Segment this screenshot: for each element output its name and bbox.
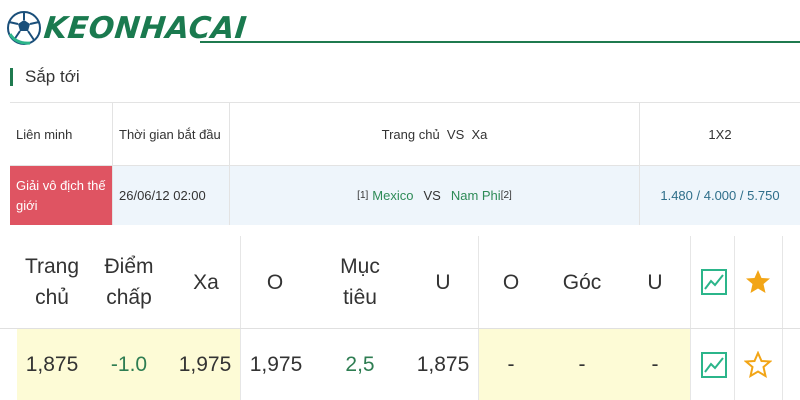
column-divider	[782, 329, 783, 400]
column-divider	[690, 236, 691, 328]
under-odds[interactable]: 1,875	[410, 329, 476, 400]
header-start-time: Thời gian bắt đầu	[113, 103, 230, 166]
header-goal: Mục tiêu	[340, 255, 380, 309]
home-team-link[interactable]: Mexico	[372, 188, 413, 203]
corner-under-odds[interactable]: -	[622, 329, 688, 400]
chart-button[interactable]	[693, 329, 735, 400]
column-divider	[478, 236, 479, 328]
corner-line: -	[578, 353, 586, 376]
league-badge[interactable]: Giải vô địch thế giới	[10, 166, 113, 225]
home-odds[interactable]: 1,875	[17, 329, 87, 400]
goal-line: 2,5	[345, 353, 375, 376]
table-row: 1,875 -1.0 1,975 1,975 2,5 1,875 - - -	[0, 328, 800, 400]
header-home: Trang chủ	[24, 255, 80, 309]
line-chart-icon	[701, 351, 727, 378]
over-odds[interactable]: 1,975	[243, 329, 309, 400]
column-divider	[240, 236, 241, 328]
star-outline-icon	[744, 350, 772, 378]
header-league: Liên minh	[10, 103, 113, 166]
site-logo[interactable]: KEONHACAI	[6, 6, 248, 50]
header-divider	[200, 41, 800, 43]
vs-label: VS	[423, 188, 441, 203]
upcoming-table-header: Liên minh Thời gian bắt đầu Trang chủ VS…	[10, 103, 800, 166]
section-header: Sắp tới	[10, 66, 80, 88]
section-accent-bar	[10, 68, 13, 86]
column-divider	[734, 329, 735, 400]
column-divider	[240, 329, 241, 400]
favorite-button[interactable]	[737, 329, 779, 400]
column-divider	[782, 236, 783, 328]
home-rank: [1]	[357, 190, 369, 201]
header-over: O	[266, 270, 284, 294]
match-start-time: 26/06/12 02:00	[113, 166, 230, 225]
table-row[interactable]: Giải vô địch thế giới 26/06/12 02:00 [1]…	[10, 166, 800, 225]
header-corner: Góc	[562, 270, 602, 294]
upcoming-matches-table: Liên minh Thời gian bắt đầu Trang chủ VS…	[10, 102, 800, 225]
header-under: U	[435, 270, 451, 294]
header-away: Xa	[193, 270, 219, 294]
header-corner-under: U	[647, 270, 663, 294]
handicap-value: -1.0	[110, 353, 148, 376]
line-chart-icon	[701, 269, 727, 295]
header-teams: Trang chủ VS Xa	[230, 103, 640, 166]
header-corner-over: O	[502, 270, 520, 294]
section-title: Sắp tới	[25, 67, 80, 86]
odds-table: Trang chủ Điểm chấp Xa O Mục tiêu U O Gó…	[0, 236, 800, 400]
corner-over-odds[interactable]: -	[480, 329, 542, 400]
away-team-link[interactable]: Nam Phi	[451, 188, 501, 203]
header-1x2: 1X2	[640, 103, 800, 166]
away-rank: [2]	[500, 190, 512, 201]
odds-table-header: Trang chủ Điểm chấp Xa O Mục tiêu U O Gó…	[0, 236, 800, 328]
favorite-button[interactable]	[737, 236, 779, 328]
soccer-ball-icon	[7, 11, 41, 45]
chart-button[interactable]	[693, 236, 735, 328]
column-divider	[690, 329, 691, 400]
match-teams: [1] Mexico VS Nam Phi [2]	[230, 166, 640, 225]
column-divider	[734, 236, 735, 328]
header-handicap: Điểm chấp	[104, 255, 154, 309]
match-1x2-odds[interactable]: 1.480 / 4.000 / 5.750	[640, 166, 800, 225]
away-odds[interactable]: 1,975	[172, 329, 238, 400]
star-filled-icon	[746, 270, 770, 293]
column-divider	[478, 329, 479, 400]
odds-value[interactable]: 1.480 / 4.000 / 5.750	[660, 188, 779, 203]
